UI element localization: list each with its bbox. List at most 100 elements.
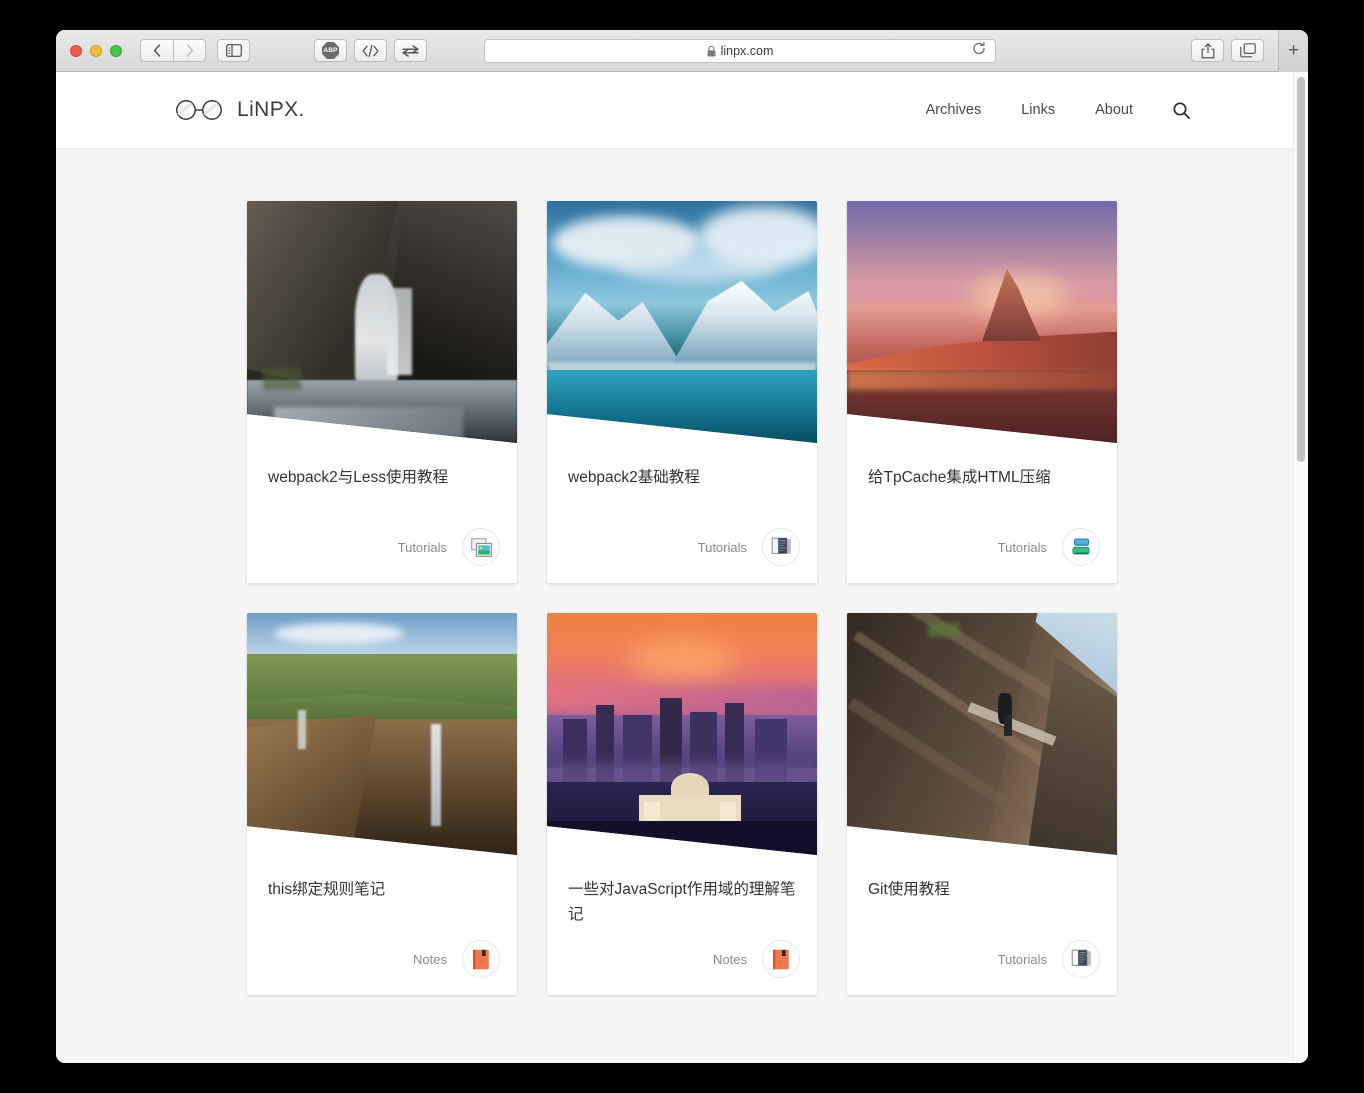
window-traffic-lights xyxy=(70,44,122,57)
card-body: this绑定规则笔记 Notes xyxy=(247,855,517,995)
site-brand[interactable]: LiNPX. xyxy=(174,98,305,122)
card-thumbnail xyxy=(847,201,1117,443)
card-footer: Notes xyxy=(568,940,800,978)
post-card[interactable]: webpack2与Less使用教程 Tutorials xyxy=(247,201,517,583)
photos-window-icon xyxy=(462,528,500,566)
card-category-label[interactable]: Notes xyxy=(413,952,447,967)
stacked-servers-icon xyxy=(1062,528,1100,566)
card-title: 给TpCache集成HTML压缩 xyxy=(868,469,1051,486)
lock-icon xyxy=(707,45,715,56)
dark-window-glyph xyxy=(771,537,791,554)
url-text: linpx.com xyxy=(720,44,774,58)
photos-window-glyph xyxy=(470,537,492,557)
nav-item-links[interactable]: Links xyxy=(1021,102,1055,118)
address-field[interactable]: linpx.com xyxy=(484,39,996,63)
back-button[interactable] xyxy=(140,39,173,62)
card-thumbnail xyxy=(547,201,817,443)
share-icon xyxy=(1201,42,1214,58)
toggle-sidebar-button[interactable] xyxy=(217,39,250,62)
share-button[interactable] xyxy=(1191,39,1224,62)
card-footer: Tutorials xyxy=(568,528,800,566)
switch-tabs-button[interactable] xyxy=(394,39,427,62)
thumbnail-image-rock-climber-cliff xyxy=(847,613,1117,855)
post-card[interactable]: 一些对JavaScript作用域的理解笔记 Notes xyxy=(547,613,817,995)
glasses-icon xyxy=(176,100,222,120)
chevron-right-icon xyxy=(186,44,193,57)
nav-item-archives[interactable]: Archives xyxy=(926,102,982,118)
card-body: Git使用教程 Tutorials xyxy=(847,855,1117,995)
thumbnail-image-city-sunset-skyline xyxy=(547,613,817,855)
tab-overview-button[interactable] xyxy=(1231,39,1264,62)
nav-item-about[interactable]: About xyxy=(1095,102,1133,118)
brand-name: LiNPX. xyxy=(237,98,305,121)
address-bar[interactable]: linpx.com xyxy=(484,39,996,63)
card-title: webpack2基础教程 xyxy=(568,469,700,486)
adblock-plus-button[interactable]: ABP xyxy=(314,39,347,62)
card-title: this绑定规则笔记 xyxy=(268,881,386,898)
page-scrollbar-thumb[interactable] xyxy=(1297,77,1305,462)
extension-buttons: ABP xyxy=(314,39,427,62)
sidebar-icon xyxy=(225,44,242,57)
minimize-window-button[interactable] xyxy=(90,44,102,57)
orange-notebook-icon xyxy=(462,940,500,978)
post-card[interactable]: this绑定规则笔记 Notes xyxy=(247,613,517,995)
close-window-button[interactable] xyxy=(70,44,82,57)
dark-window-icon xyxy=(762,528,800,566)
desktop-background: ABP linpx.com + LiNPX. Archives Links Ab… xyxy=(0,0,1364,1093)
post-card[interactable]: Git使用教程 Tutorials xyxy=(847,613,1117,995)
card-category-label[interactable]: Tutorials xyxy=(698,540,747,555)
thumbnail-image-green-canyon-waterfall xyxy=(247,613,517,855)
card-thumbnail xyxy=(247,201,517,443)
reload-button[interactable] xyxy=(972,41,986,61)
abp-badge: ABP xyxy=(322,42,339,59)
maximize-window-button[interactable] xyxy=(110,44,122,57)
thumbnail-image-waterfall-canyon xyxy=(247,201,517,443)
page-viewport: LiNPX. Archives Links About webpack2与Les… xyxy=(56,72,1308,1063)
orange-notebook-icon xyxy=(762,940,800,978)
card-footer: Notes xyxy=(268,940,500,978)
card-footer: Tutorials xyxy=(868,940,1100,978)
card-category-label[interactable]: Notes xyxy=(713,952,747,967)
site-navigation: Archives Links About xyxy=(926,101,1190,119)
toolbar-right-group xyxy=(1191,39,1264,62)
card-title: 一些对JavaScript作用域的理解笔记 xyxy=(568,881,796,924)
card-body: 给TpCache集成HTML压缩 Tutorials xyxy=(847,443,1117,583)
card-category-label[interactable]: Tutorials xyxy=(998,952,1047,967)
card-thumbnail xyxy=(247,613,517,855)
chevron-left-icon xyxy=(153,44,161,57)
search-button[interactable] xyxy=(1173,101,1190,119)
post-card[interactable]: webpack2基础教程 Tutorials xyxy=(547,201,817,583)
url-display: linpx.com xyxy=(707,44,774,58)
card-thumbnail xyxy=(847,613,1117,855)
reload-icon xyxy=(973,41,985,55)
page-content: webpack2与Less使用教程 Tutorials webpack2基础教程… xyxy=(56,149,1308,995)
card-footer: Tutorials xyxy=(268,528,500,566)
forward-button[interactable] xyxy=(173,39,206,62)
page-scrollbar-track[interactable] xyxy=(1293,72,1308,1063)
card-title: Git使用教程 xyxy=(868,881,950,898)
navigation-buttons xyxy=(140,39,206,62)
tab-overview-icon xyxy=(1239,43,1256,58)
site-header: LiNPX. Archives Links About xyxy=(56,72,1308,149)
left-right-arrows-icon xyxy=(402,44,419,57)
orange-notebook-glyph xyxy=(473,949,489,969)
card-category-label[interactable]: Tutorials xyxy=(998,540,1047,555)
browser-toolbar: ABP linpx.com + xyxy=(56,30,1308,72)
card-category-label[interactable]: Tutorials xyxy=(398,540,447,555)
card-body: 一些对JavaScript作用域的理解笔记 Notes xyxy=(547,855,817,995)
thumbnail-image-desert-sunset-mesa xyxy=(847,201,1117,443)
search-icon xyxy=(1173,101,1190,119)
card-footer: Tutorials xyxy=(868,528,1100,566)
post-card[interactable]: 给TpCache集成HTML压缩 Tutorials xyxy=(847,201,1117,583)
new-tab-button[interactable]: + xyxy=(1278,30,1308,72)
code-brackets-icon xyxy=(362,44,379,57)
developer-tools-button[interactable] xyxy=(354,39,387,62)
thumbnail-image-snow-mountain-lake xyxy=(547,201,817,443)
orange-notebook-glyph xyxy=(773,949,789,969)
dark-window-glyph xyxy=(1071,949,1091,966)
card-thumbnail xyxy=(547,613,817,855)
stacked-servers-glyph xyxy=(1072,538,1089,555)
dark-window-icon xyxy=(1062,940,1100,978)
safari-browser-window: ABP linpx.com + LiNPX. Archives Links Ab… xyxy=(56,30,1308,1063)
card-body: webpack2与Less使用教程 Tutorials xyxy=(247,443,517,583)
